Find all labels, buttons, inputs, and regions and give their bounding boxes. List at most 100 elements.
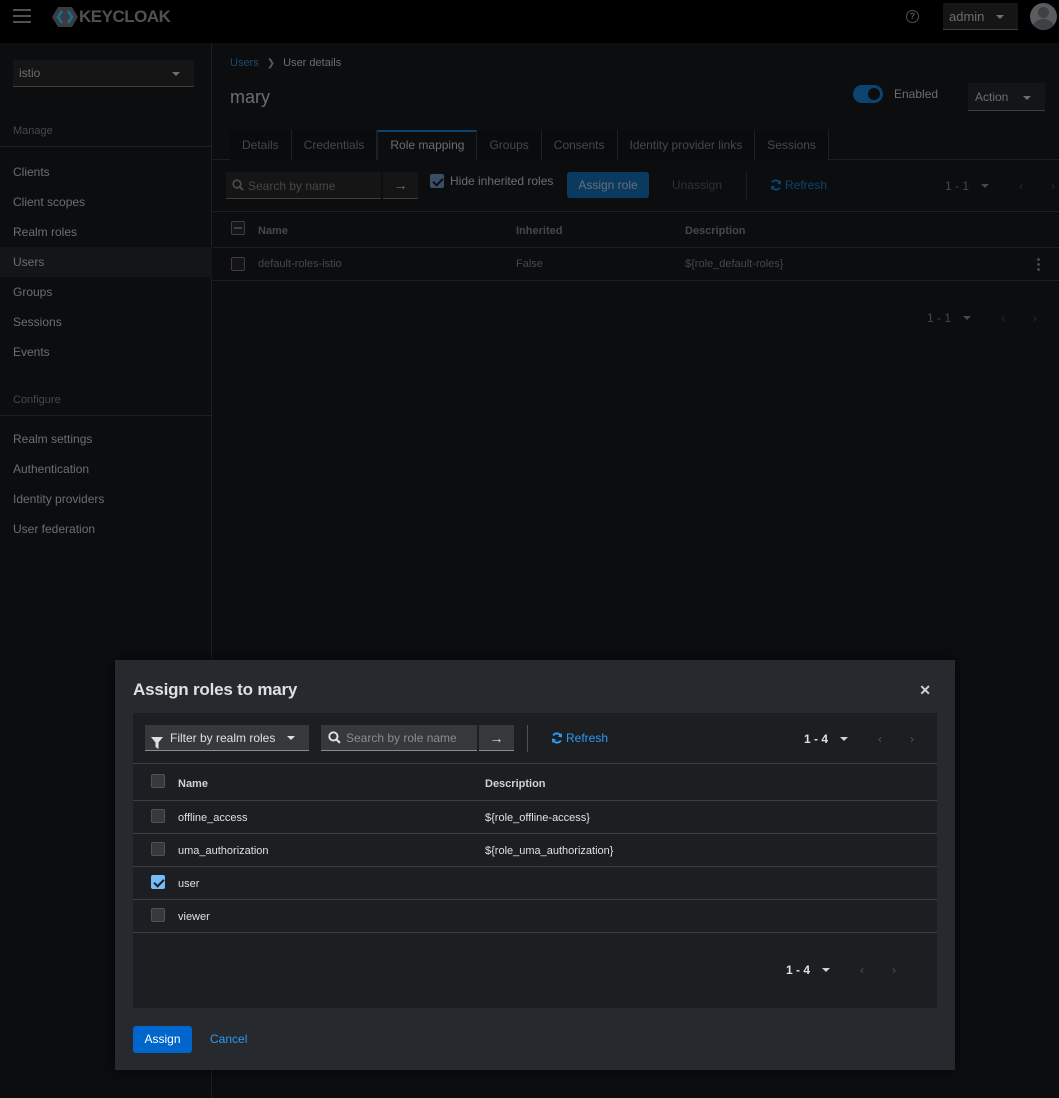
user-menu-label: admin [949,8,985,24]
breadcrumb-users-link[interactable]: Users [230,57,259,69]
enabled-toggle[interactable] [853,85,883,103]
pagination-range[interactable]: 1 - 1 [945,179,969,193]
row-checkbox[interactable] [151,809,165,823]
pagination-bottom: 1 - 1 ‹ › [927,311,1037,325]
realm-selector[interactable]: istio [13,60,194,87]
sidebar-item-clients[interactable]: Clients [0,157,212,187]
search-by-name-field[interactable] [226,172,381,199]
table-header-row: Name Description [133,764,937,801]
tab-role-mapping[interactable]: Role mapping [377,130,478,160]
column-header-name[interactable]: Name [178,764,208,804]
refresh-icon [771,179,781,191]
role-name: uma_authorization [178,845,269,857]
assign-role-button[interactable]: Assign role [567,172,649,198]
tab-identity-provider-links[interactable]: Identity provider links [617,130,756,160]
refresh-button[interactable]: Refresh [770,172,827,198]
sidebar-item-sessions[interactable]: Sessions [0,307,212,337]
tabs: Details Credentials Role mapping Groups … [230,130,829,160]
modal-refresh-button[interactable]: Refresh [551,725,608,751]
row-checkbox[interactable] [151,908,165,922]
row-checkbox[interactable] [231,257,245,271]
tab-sessions[interactable]: Sessions [755,130,829,160]
cancel-button[interactable]: Cancel [210,1026,247,1053]
pagination-range[interactable]: 1 - 1 [927,311,951,325]
previous-page-icon[interactable]: ‹ [1001,311,1005,325]
filter-icon [151,732,163,758]
next-page-icon[interactable]: › [1051,179,1055,193]
search-submit-button[interactable]: → [383,172,418,199]
modal-pagination-top: 1 - 4 ‹ › [804,732,914,746]
search-by-name-input[interactable] [248,172,378,199]
caret-down-icon[interactable] [840,737,849,741]
user-menu-dropdown[interactable]: admin [943,3,1018,30]
sidebar-item-client-scopes[interactable]: Client scopes [0,187,212,217]
row-checkbox[interactable] [151,842,165,856]
sidebar-item-events[interactable]: Events [0,337,212,367]
search-submit-button[interactable]: → [479,725,514,751]
nav-section-title: Configure [0,384,212,416]
next-page-icon[interactable]: › [892,963,896,977]
avatar[interactable] [1030,3,1057,30]
caret-down-icon [1023,96,1031,100]
role-mapping-table: Name Inherited Description default-roles… [213,212,1059,281]
sidebar-item-identity-providers[interactable]: Identity providers [0,484,212,514]
help-icon[interactable]: ? [906,10,919,23]
assign-button[interactable]: Assign [133,1026,192,1053]
select-all-checkbox[interactable] [231,221,245,235]
previous-page-icon[interactable]: ‹ [1019,179,1023,193]
hamburger-menu-icon[interactable] [13,9,31,25]
search-icon [232,179,244,194]
caret-down-icon [287,736,295,740]
refresh-icon [552,732,562,744]
keycloak-logo[interactable]: KEYCLOAK [52,6,171,28]
tab-credentials[interactable]: Credentials [291,130,378,160]
pagination-range[interactable]: 1 - 4 [786,963,810,977]
next-page-icon[interactable]: › [1033,311,1037,325]
role-name: default-roles-istio [258,258,342,270]
hide-inherited-roles-checkbox[interactable]: Hide inherited roles [430,174,553,188]
nav-section-manage: Manage Clients Client scopes Realm roles… [0,115,212,367]
role-mapping-toolbar: → Hide inherited roles Assign role Unass… [213,160,1059,212]
previous-page-icon[interactable]: ‹ [878,732,882,746]
close-icon[interactable]: ✕ [919,682,931,699]
role-description: ${role_default-roles} [685,258,784,270]
sidebar-item-groups[interactable]: Groups [0,277,212,307]
caret-down-icon[interactable] [822,968,831,972]
kebab-menu-icon[interactable] [1037,258,1041,273]
filter-by-realm-roles-dropdown[interactable]: Filter by realm roles [145,725,309,751]
caret-down-icon[interactable] [963,316,972,320]
previous-page-icon[interactable]: ‹ [860,963,864,977]
modal-roles-table: Name Description offline_access ${role_o… [133,764,937,933]
table-row: viewer [133,900,937,933]
tab-groups[interactable]: Groups [477,130,542,160]
refresh-label: Refresh [785,178,828,192]
pagination-range[interactable]: 1 - 4 [804,732,828,746]
tab-consents[interactable]: Consents [541,130,618,160]
arrow-right-icon: → [489,730,504,746]
modal-pagination-bottom: 1 - 4 ‹ › [786,963,896,977]
masthead: KEYCLOAK ? admin [0,0,1059,43]
sidebar-item-user-federation[interactable]: User federation [0,514,212,544]
sidebar-item-authentication[interactable]: Authentication [0,454,212,484]
tab-details[interactable]: Details [230,130,292,160]
row-checkbox-checked[interactable] [151,875,165,889]
action-dropdown[interactable]: Action [968,83,1045,111]
search-by-role-name-input[interactable] [346,725,474,751]
search-by-role-name-field[interactable] [321,725,477,751]
sidebar-item-realm-settings[interactable]: Realm settings [0,424,212,454]
next-page-icon[interactable]: › [910,732,914,746]
table-row: user [133,867,937,900]
column-header-name[interactable]: Name [258,212,288,250]
sidebar-item-users[interactable]: Users [0,247,212,277]
column-header-description: Description [685,225,746,237]
table-row: offline_access ${role_offline-access} [133,801,937,834]
sidebar-item-realm-roles[interactable]: Realm roles [0,217,212,247]
caret-down-icon[interactable] [981,184,990,188]
role-name: viewer [178,911,210,923]
checkbox-checked[interactable] [430,174,444,188]
unassign-button[interactable]: Unassign [661,172,733,198]
pagination-top: 1 - 1 ‹ › [945,179,1055,193]
select-all-checkbox[interactable] [151,774,165,788]
search-icon [328,731,341,747]
toolbar-divider [746,172,747,199]
